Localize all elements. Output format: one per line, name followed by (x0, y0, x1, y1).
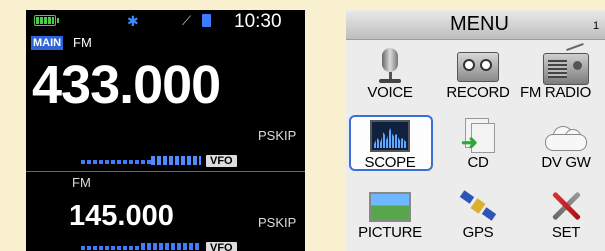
menu-header: MENU 1 (346, 10, 605, 40)
menu-item-label: FM RADIO (520, 84, 591, 101)
microphone-icon (371, 48, 409, 84)
scope-icon (370, 120, 410, 152)
menu-item-fm-radio[interactable]: FM RADIO (520, 42, 605, 101)
menu-item-label: SCOPE (364, 154, 416, 171)
battery-icon (34, 15, 59, 26)
menu-page-number: 1 (593, 20, 600, 32)
menu-item-record[interactable]: RECORD (434, 44, 522, 101)
main-vfo-badge: VFO (206, 155, 237, 167)
menu-screen: MENU 1 VOICE RECORD FM RADIO SCOPE ➜ CD (346, 10, 605, 251)
main-pskip-label: PSKIP (258, 128, 297, 143)
sd-card-icon (202, 14, 211, 27)
recorder-icon (457, 48, 499, 82)
menu-item-picture[interactable]: PICTURE (346, 184, 434, 241)
status-bar: ✱ ⟋ 10:30 (26, 10, 305, 32)
sub-s-meter-peak (141, 243, 201, 250)
menu-item-voice[interactable]: VOICE (346, 44, 434, 101)
clock-time: 10:30 (234, 11, 282, 32)
fm-radio-icon (543, 42, 589, 85)
menu-item-gps[interactable]: GPS (434, 184, 522, 241)
menu-item-label: DV GW (541, 154, 591, 171)
menu-item-scope[interactable]: SCOPE (346, 114, 434, 171)
gps-signal-icon: ⟋ (182, 13, 192, 28)
sub-pskip-label: PSKIP (258, 215, 297, 230)
main-s-meter-peak (151, 156, 201, 165)
sub-s-meter (81, 246, 141, 250)
band-divider (26, 171, 305, 172)
menu-item-label: VOICE (367, 84, 413, 101)
tools-icon (548, 188, 584, 224)
bluetooth-icon: ✱ (127, 13, 139, 29)
menu-item-label: CD (467, 154, 489, 171)
sub-frequency[interactable]: 145.000 (69, 200, 174, 233)
menu-item-label: PICTURE (358, 224, 422, 241)
satellite-icon (459, 188, 497, 224)
sub-vfo-badge: VFO (206, 242, 237, 251)
copy-document-icon: ➜ (461, 118, 495, 154)
menu-item-set[interactable]: SET (522, 184, 605, 241)
sub-mode-label: FM (72, 175, 91, 190)
radio-main-display: ✱ ⟋ 10:30 MAIN FM 433.000 PSKIP VFO FM 1… (26, 10, 305, 251)
menu-item-label: GPS (462, 224, 494, 241)
main-frequency[interactable]: 433.000 (32, 54, 221, 116)
menu-item-label: SET (551, 224, 581, 241)
main-s-meter (81, 160, 151, 164)
picture-icon (369, 188, 411, 222)
main-mode-label: FM (73, 35, 92, 50)
menu-item-cd[interactable]: ➜ CD (434, 114, 522, 171)
menu-item-dv-gw[interactable]: DV GW (522, 114, 605, 171)
menu-title: MENU (450, 13, 509, 35)
cloud-icon (545, 118, 587, 151)
menu-item-label: RECORD (446, 84, 510, 101)
main-band-badge[interactable]: MAIN (31, 36, 64, 50)
